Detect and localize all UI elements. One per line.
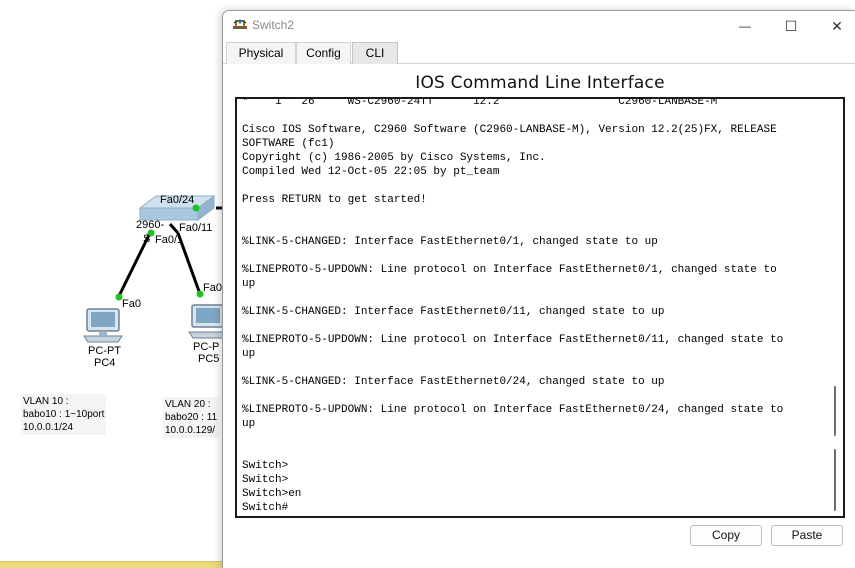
cli-line: %LINK-5-CHANGED: Interface FastEthernet0… — [242, 376, 665, 388]
cli-line — [242, 389, 827, 403]
cli-output[interactable]: * 1 26 WS-C2960-24TT 12.2 C2960-LANBASE-… — [242, 97, 827, 515]
switch-hostname-label: S — [143, 233, 151, 245]
port-label-fa0-1: Fa0/1 — [155, 234, 184, 246]
paste-button[interactable]: Paste — [771, 525, 843, 546]
vlan20-note-line: VLAN 20 : — [165, 399, 211, 410]
close-icon[interactable]: ✕ — [825, 15, 849, 37]
cli-line — [242, 249, 827, 263]
cli-line — [242, 431, 827, 445]
cli-line — [242, 445, 827, 459]
cli-line: up — [242, 348, 256, 360]
pc4-name-label: PC4 — [94, 357, 116, 369]
vlan20-note[interactable]: VLAN 20 : babo20 : 11 10.0.0.129/ — [163, 397, 220, 438]
cli-line: %LINEPROTO-5-UPDOWN: Line protocol on In… — [242, 334, 784, 346]
cli-line: Switch> — [242, 460, 289, 472]
cli-line: Press RETURN to get started! — [242, 194, 427, 206]
cli-line — [242, 207, 827, 221]
window-title: Switch2 — [252, 18, 295, 32]
pc5-type-label: PC-P — [193, 341, 220, 353]
cli-line: %LINEPROTO-5-UPDOWN: Line protocol on In… — [242, 264, 777, 276]
link-fa0-11-stub[interactable] — [168, 223, 180, 234]
maximize-icon[interactable]: ☐ — [779, 15, 803, 37]
cli-scrollbar-thumb-lower[interactable] — [834, 449, 836, 511]
vlan10-note-line: VLAN 10 : — [23, 396, 69, 407]
cli-heading: IOS Command Line Interface — [415, 73, 665, 93]
pc4-type-label: PC-PT — [88, 345, 121, 357]
vlan20-note-line: babo20 : 11 — [165, 412, 218, 423]
tab-cli[interactable]: CLI — [352, 42, 398, 64]
cli-line: * 1 26 WS-C2960-24TT 12.2 C2960-LANBASE-… — [242, 97, 718, 108]
cli-line — [242, 109, 827, 123]
pc4-icon[interactable] — [83, 308, 123, 343]
cli-line: Copyright (c) 1986-2005 by Cisco Systems… — [242, 152, 546, 164]
switch-name-label: 2960- — [136, 219, 165, 231]
cli-line — [242, 319, 827, 333]
cli-line: %LINK-5-CHANGED: Interface FastEthernet0… — [242, 236, 658, 248]
minimize-icon[interactable]: — — [733, 15, 757, 37]
cli-line — [242, 291, 827, 305]
device-tabs: Physical Config CLI — [223, 42, 855, 64]
cli-line: SOFTWARE (fc1) — [242, 138, 335, 150]
cli-line: up — [242, 278, 256, 290]
cli-line: Switch>en — [242, 488, 302, 500]
cli-line: Cisco IOS Software, C2960 Software (C296… — [242, 124, 777, 136]
cli-line: %LINK-5-CHANGED: Interface FastEthernet0… — [242, 306, 665, 318]
cli-terminal[interactable]: * 1 26 WS-C2960-24TT 12.2 C2960-LANBASE-… — [235, 97, 845, 518]
vlan20-note-line: 10.0.0.129/ — [165, 425, 216, 436]
cli-line — [242, 361, 827, 375]
cli-line: Switch> — [242, 474, 289, 486]
cli-scrollbar-thumb[interactable] — [834, 386, 836, 436]
cli-scrollbar[interactable] — [830, 101, 840, 514]
window-titlebar[interactable]: Switch2 — ☐ ✕ — [223, 11, 855, 41]
switch2-window: Switch2 — ☐ ✕ Physical Config CLI IOS Co… — [222, 10, 855, 568]
cli-line — [242, 221, 827, 235]
copy-button[interactable]: Copy — [690, 525, 762, 546]
tab-config[interactable]: Config — [296, 42, 351, 64]
workspace-bottom-bar — [0, 561, 222, 568]
vlan10-note-line: 10.0.0.1/24 — [23, 422, 74, 433]
tab-physical[interactable]: Physical — [226, 42, 296, 64]
pc5-name-label: PC5 — [198, 353, 220, 365]
cli-line: %LINEPROTO-5-UPDOWN: Line protocol on In… — [242, 404, 784, 416]
vlan10-note[interactable]: VLAN 10 : babo10 : 1~10port 10.0.0.1/24 — [21, 394, 107, 435]
packet-tracer-bridge-icon — [233, 19, 247, 29]
port-label-pc5-fa0: Fa0 — [203, 282, 222, 294]
vlan10-note-line: babo10 : 1~10port — [23, 409, 105, 420]
cli-line: Compiled Wed 12-Oct-05 22:05 by pt_team — [242, 166, 500, 178]
port-label-fa0-11: Fa0/11 — [179, 222, 213, 234]
port-label-fa0-24: Fa0/24 — [160, 194, 195, 206]
cli-line: up — [242, 418, 256, 430]
port-label-pc4-fa0: Fa0 — [122, 298, 141, 310]
cli-line — [242, 179, 827, 193]
cli-line: Switch# — [242, 502, 289, 514]
